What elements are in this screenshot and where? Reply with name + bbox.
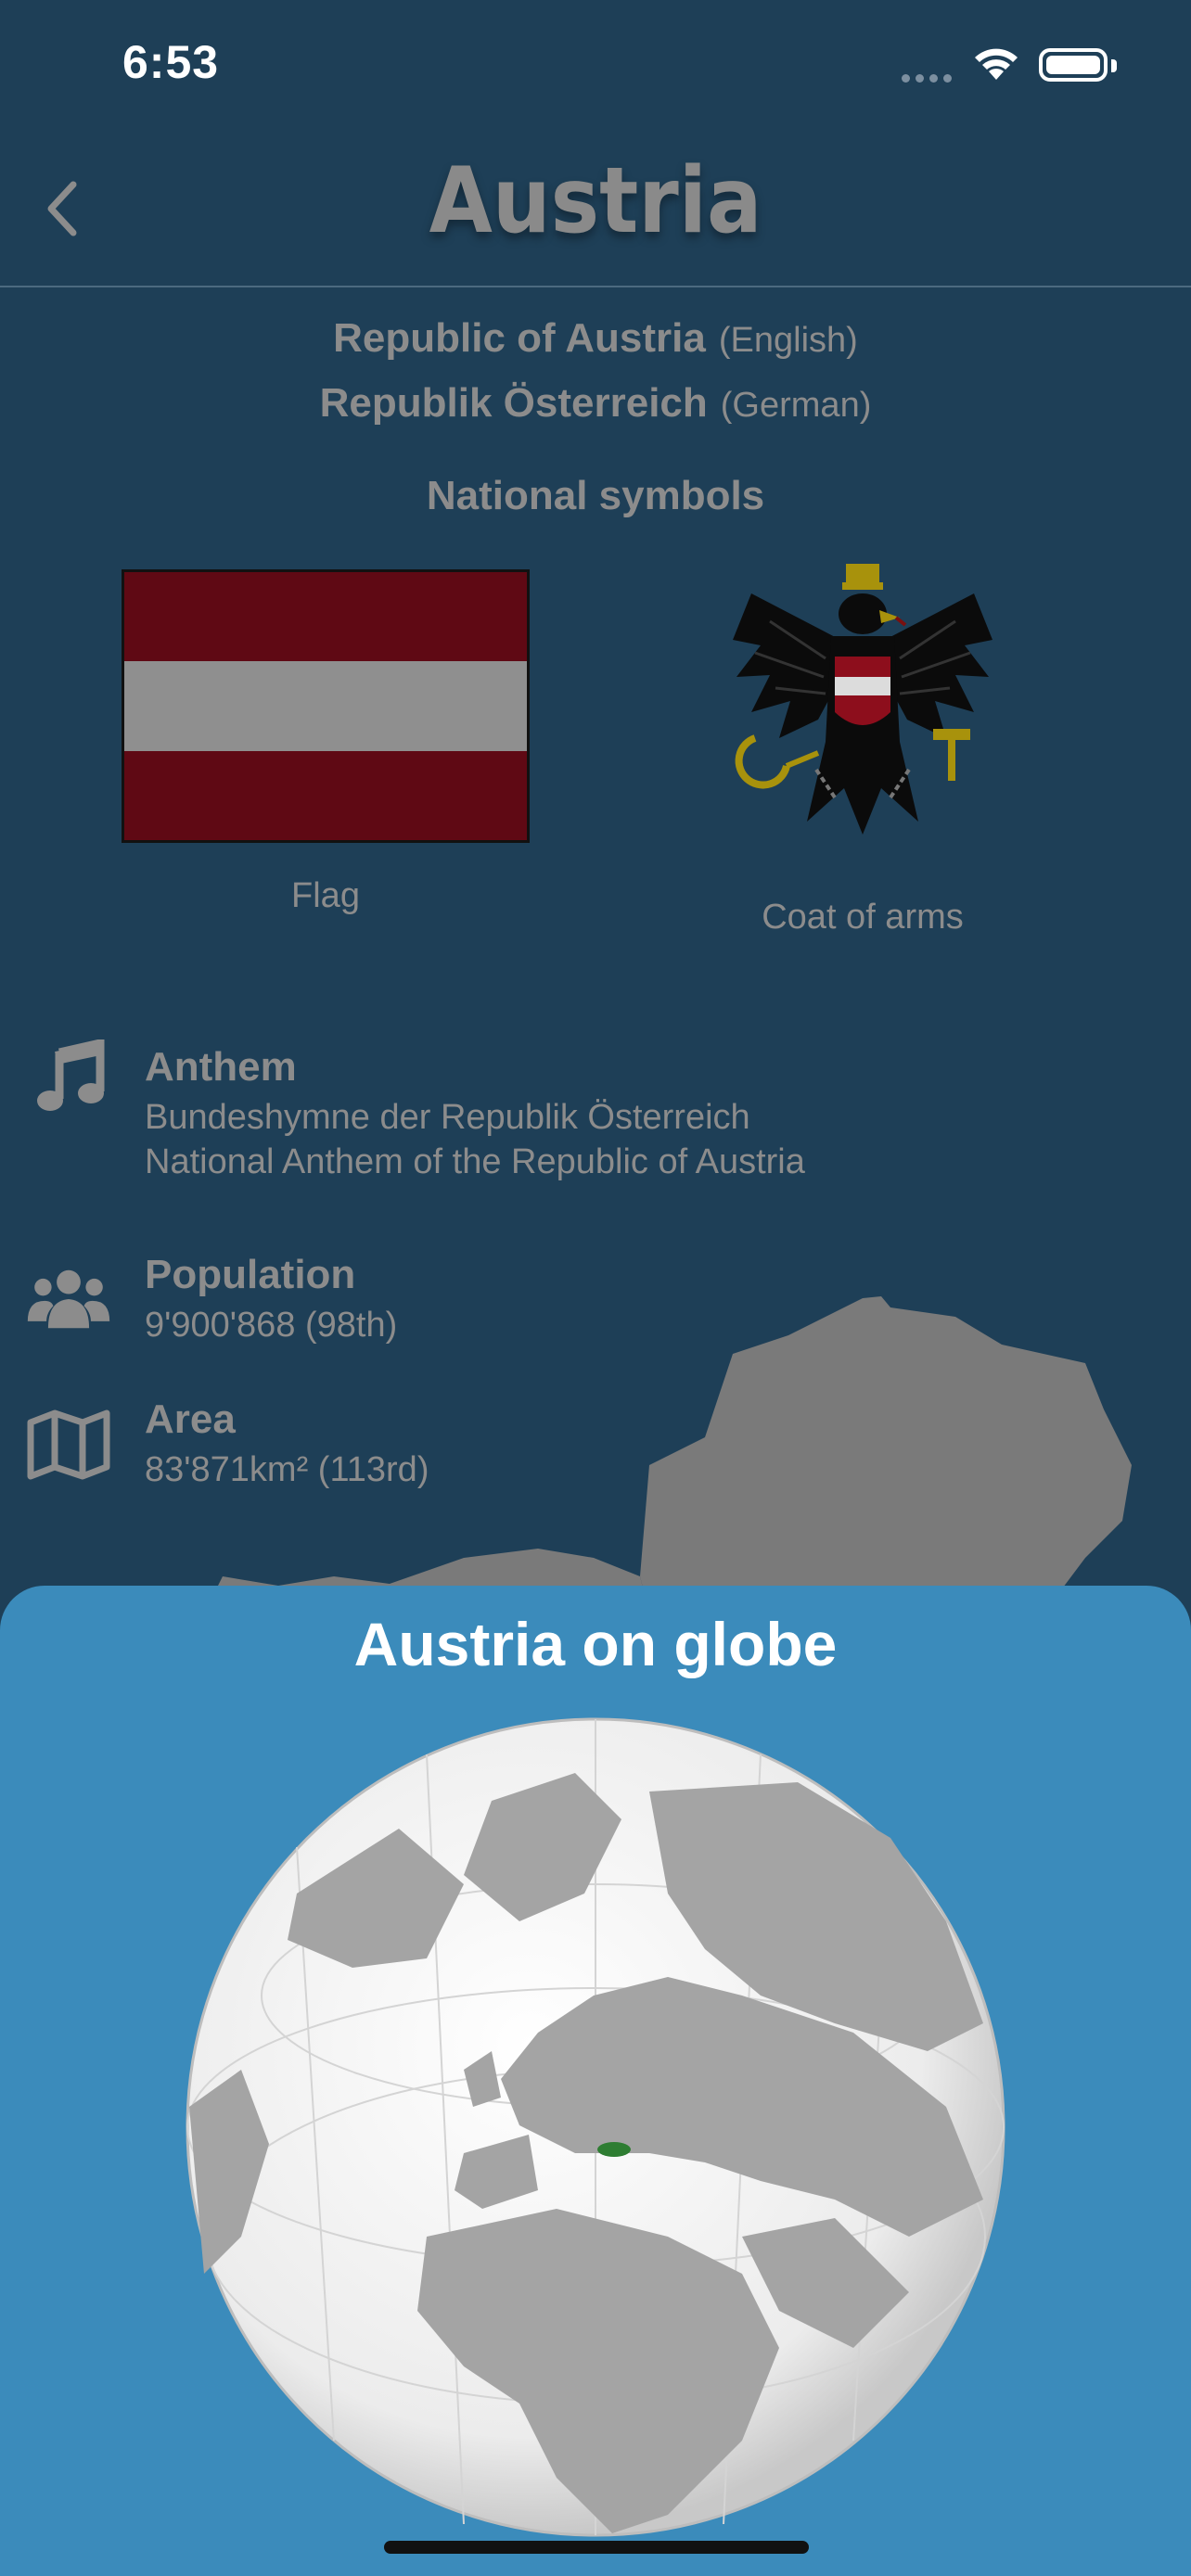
official-name-german: Republik Österreich (German) (0, 371, 1191, 436)
status-time: 6:53 (122, 36, 220, 88)
anthem-name-english: National Anthem of the Republic of Austr… (145, 1142, 805, 1181)
name-language: (German) (720, 386, 872, 425)
wifi-icon (972, 45, 1020, 86)
page-title: Austria (429, 148, 762, 254)
globe-map[interactable] (186, 1717, 1005, 2537)
anthem-name-german: Bundeshymne der Republik Österreich (145, 1098, 750, 1137)
official-name: Republic of Austria (333, 315, 706, 361)
name-language: (English) (718, 321, 858, 360)
area-value: 83'871km² (113rd) (145, 1450, 429, 1489)
battery-icon (1039, 48, 1108, 82)
flag-label: Flag (291, 876, 360, 915)
anthem-title: Anthem (145, 1044, 297, 1090)
official-name-english: Republic of Austria (English) (0, 306, 1191, 371)
flag-stripe-middle (124, 661, 527, 751)
official-name: Republik Österreich (319, 380, 708, 426)
population-value: 9'900'868 (98th) (145, 1306, 398, 1345)
national-symbols-heading: National symbols (426, 473, 765, 518)
music-note-icon (26, 1034, 111, 1119)
flag-stripe-bottom (124, 750, 527, 840)
battery-nub (1111, 59, 1117, 72)
flag-image[interactable] (122, 569, 530, 843)
population-title: Population (145, 1252, 356, 1297)
area-title: Area (145, 1396, 236, 1442)
cellular-signal-icon (902, 70, 957, 87)
map-icon (26, 1402, 111, 1487)
coat-of-arms-label: Coat of arms (762, 898, 964, 937)
header-divider (0, 286, 1191, 287)
globe-sheet-title: Austria on globe (353, 1610, 838, 1678)
official-names: Republic of Austria (English) Republik Ös… (0, 306, 1191, 436)
coat-of-arms-image[interactable] (714, 556, 1011, 853)
people-icon (26, 1256, 111, 1342)
home-indicator[interactable] (384, 2541, 809, 2554)
flag-stripe-top (124, 572, 527, 662)
